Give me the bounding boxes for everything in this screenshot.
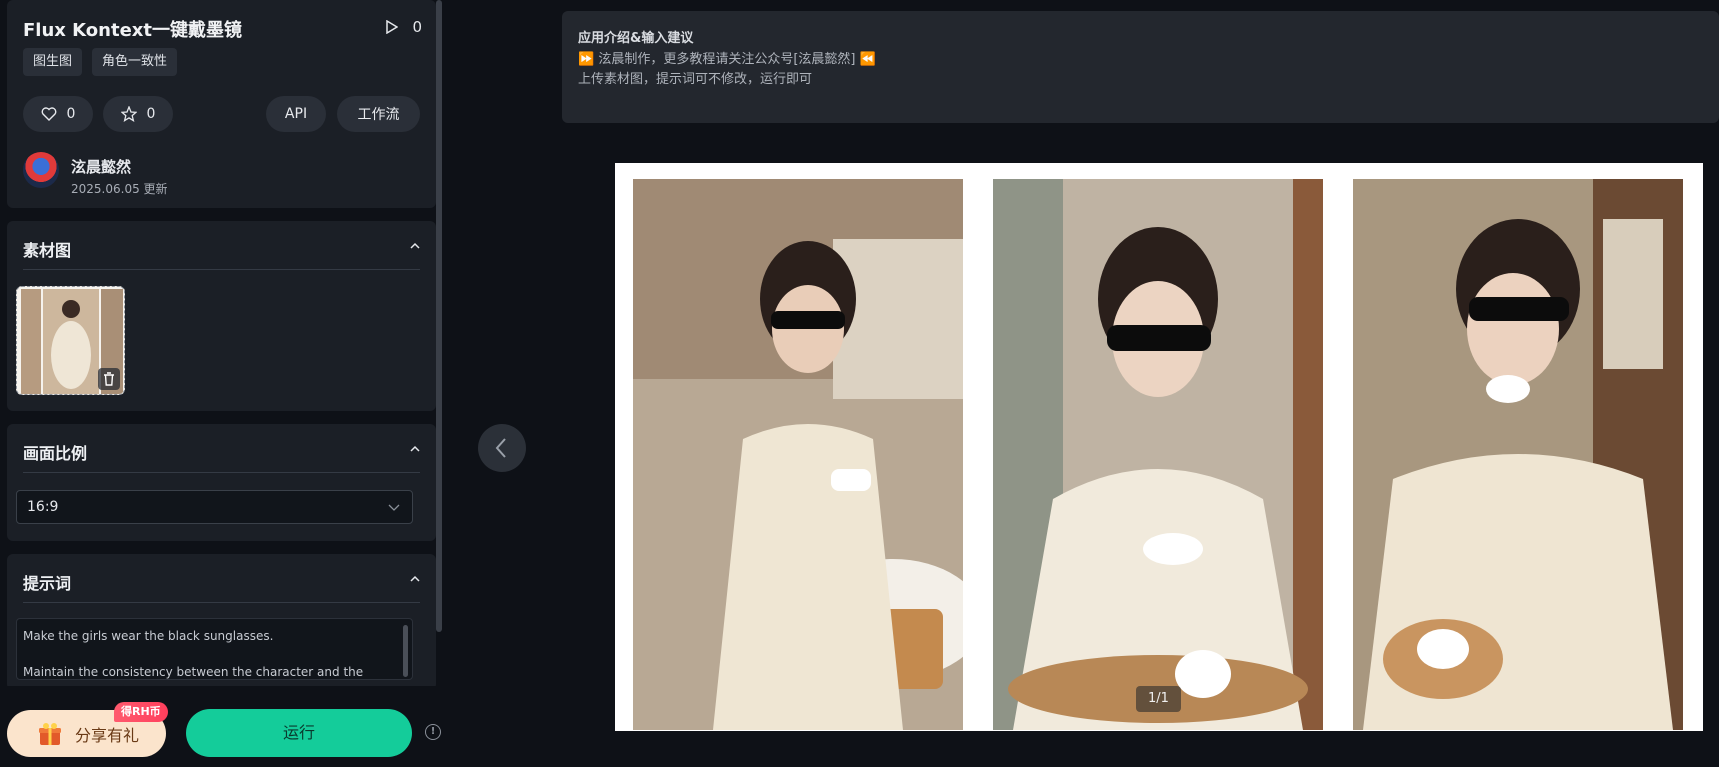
result-image-panel-2 [993, 179, 1323, 730]
chevron-down-icon [388, 504, 400, 511]
ratio-title: 画面比例 [23, 444, 88, 463]
result-image-panel-3 [1353, 179, 1683, 730]
prompt-line: Make the girls wear the black sunglasses… [23, 629, 274, 643]
run-button[interactable]: 运行 [186, 709, 412, 757]
chevron-up-icon[interactable] [410, 241, 420, 251]
star-icon [120, 106, 137, 122]
prompt-title: 提示词 [23, 574, 72, 593]
intro-panel: 应用介绍&输入建议 ⏩ 泫晨制作，更多教程请关注公众号[泫晨懿然] ⏪ 上传素材… [562, 11, 1719, 123]
material-title: 素材图 [23, 241, 72, 260]
prompt-line: Maintain the consistency between the cha… [23, 665, 364, 679]
result-image [993, 179, 1323, 730]
prompt-scrollbar[interactable] [403, 625, 408, 677]
intro-line: 上传素材图，提示词可不修改，运行即可 [578, 72, 813, 87]
result-image [1353, 179, 1683, 730]
heart-icon [41, 107, 56, 121]
divider [23, 602, 420, 603]
result-image-viewer[interactable] [615, 163, 1703, 731]
divider [23, 472, 420, 473]
like-count: 0 [66, 106, 76, 122]
material-thumbnail[interactable] [16, 286, 125, 395]
run-count-value: 0 [412, 18, 422, 36]
share-label: 分享有礼 [75, 725, 140, 745]
trash-icon [104, 372, 114, 386]
app-info-card: Flux Kontext一键戴墨镜 0 图生图 角色一致性 0 0 API 工作… [7, 0, 436, 208]
left-panel: Flux Kontext一键戴墨镜 0 图生图 角色一致性 0 0 API 工作… [0, 0, 442, 767]
delete-image-button[interactable] [98, 368, 120, 390]
tag-character-consistency[interactable]: 角色一致性 [92, 48, 178, 76]
chevron-up-icon[interactable] [410, 574, 420, 584]
info-icon[interactable]: ! [425, 724, 441, 740]
app-title: Flux Kontext一键戴墨镜 [23, 20, 242, 41]
coin-badge: 得RH币 [114, 702, 168, 722]
image-counter: 1/1 [1136, 686, 1181, 712]
divider [23, 269, 420, 270]
intro-line: ⏩ 泫晨制作，更多教程请关注公众号[泫晨懿然] ⏪ [578, 52, 876, 67]
favorite-button[interactable]: 0 [103, 96, 173, 132]
favorite-count: 0 [146, 106, 156, 122]
play-icon [386, 20, 399, 34]
ratio-value: 16:9 [27, 499, 59, 515]
like-button[interactable]: 0 [23, 96, 93, 132]
api-button[interactable]: API [266, 96, 326, 132]
ratio-select[interactable]: 16:9 [16, 490, 413, 524]
intro-title: 应用介绍&输入建议 [578, 31, 694, 46]
result-image-panel-1 [633, 179, 963, 730]
updated-date: 2025.06.05 更新 [71, 182, 168, 196]
chevron-up-icon[interactable] [410, 444, 420, 454]
workflow-button[interactable]: 工作流 [337, 96, 420, 132]
gift-icon [39, 722, 61, 745]
run-count: 0 [386, 18, 422, 36]
prompt-textarea[interactable]: Make the girls wear the black sunglasses… [16, 618, 413, 680]
tag-image-to-image[interactable]: 图生图 [23, 48, 83, 76]
previous-button[interactable] [478, 424, 526, 472]
result-image [633, 179, 963, 730]
author-avatar[interactable] [23, 152, 59, 188]
sidebar-scrollbar[interactable] [436, 0, 442, 632]
author-name[interactable]: 泫晨懿然 [71, 156, 131, 177]
chevron-left-icon [495, 438, 506, 458]
